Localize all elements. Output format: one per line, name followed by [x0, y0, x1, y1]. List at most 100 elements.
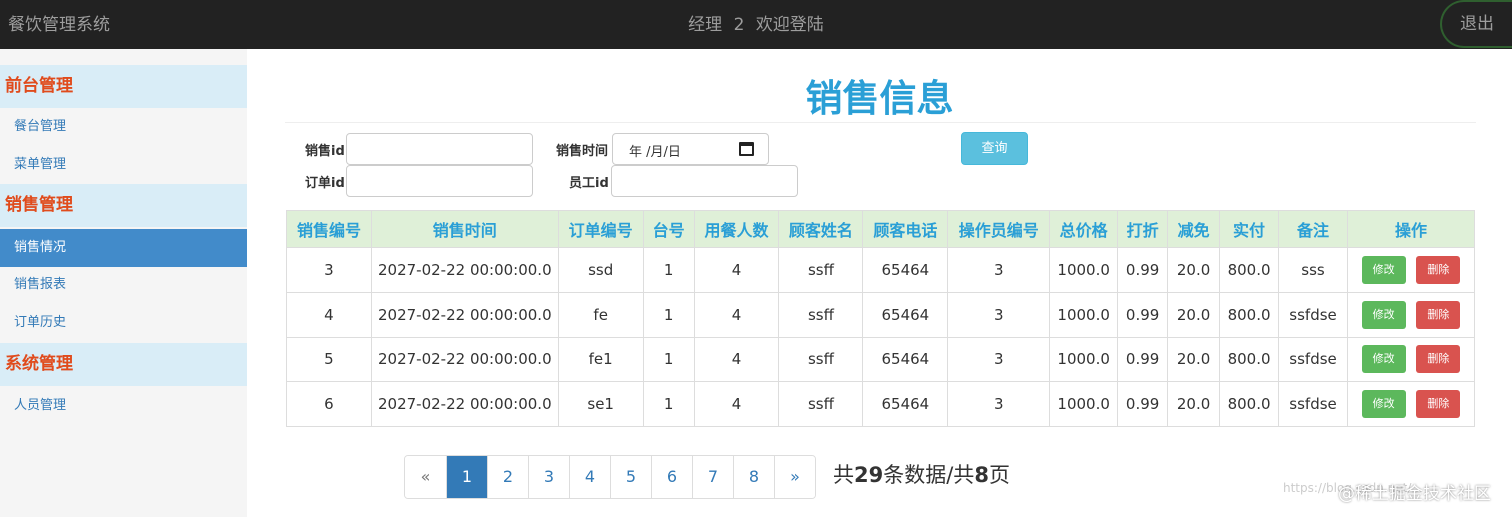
cell: 4 — [693, 247, 780, 293]
cell: 1000.0 — [1049, 336, 1119, 383]
sale-id-label: 销售id — [305, 144, 345, 159]
cell: 0.99 — [1117, 336, 1169, 383]
cell: 4 — [693, 336, 780, 383]
cell: 3 — [947, 247, 1051, 293]
cell: 3 — [947, 381, 1051, 427]
col-header: 操作员编号 — [947, 210, 1051, 248]
cell: 65464 — [862, 247, 949, 293]
cell: fe1 — [557, 336, 644, 383]
col-header: 减免 — [1167, 210, 1221, 248]
order-id-input[interactable] — [346, 165, 533, 197]
user-id: 2 — [733, 15, 745, 35]
page-next-button[interactable]: » — [774, 456, 815, 498]
table-row: 6 2027-02-22 00:00:00.0 se1 1 4 ssff 654… — [286, 381, 1475, 427]
delete-button[interactable]: 删除 — [1416, 345, 1461, 374]
logout-button[interactable]: 退出 — [1440, 0, 1512, 48]
cell: ssff — [778, 291, 864, 338]
cell: 20.0 — [1167, 336, 1221, 383]
edit-button[interactable]: 修改 — [1361, 345, 1406, 374]
sidebar-item-staff-management[interactable]: 人员管理 — [0, 387, 247, 425]
page-button-3[interactable]: 3 — [528, 456, 569, 498]
table-row: 4 2027-02-22 00:00:00.0 fe 1 4 ssff 6546… — [286, 291, 1475, 338]
query-button[interactable]: 查询 — [961, 132, 1028, 165]
cell: 1 — [642, 291, 695, 338]
welcome-message: 经理 2 欢迎登陆 — [0, 10, 1512, 35]
cell: 0.99 — [1117, 381, 1169, 427]
cell: 3 — [947, 336, 1051, 383]
col-header: 操作 — [1347, 210, 1475, 248]
sidebar-item-sales-status[interactable]: 销售情况 — [0, 229, 247, 267]
delete-button[interactable]: 删除 — [1416, 255, 1461, 284]
cell: 20.0 — [1167, 247, 1221, 293]
page-button-4[interactable]: 4 — [569, 456, 610, 498]
cell: 65464 — [862, 336, 949, 383]
cell: ssd — [557, 247, 644, 293]
delete-button[interactable]: 删除 — [1416, 300, 1461, 329]
cell: 1 — [642, 247, 695, 293]
cell: fe — [557, 291, 644, 338]
record-summary: 共29条数据/共8页 — [833, 459, 1010, 489]
cell: 3 — [286, 247, 372, 293]
page-button-7[interactable]: 7 — [692, 456, 733, 498]
calendar-icon[interactable] — [739, 142, 754, 156]
sidebar: 前台管理 餐台管理 菜单管理 销售管理 销售情况 销售报表 订单历史 系统管理 … — [0, 49, 247, 517]
sidebar-item-sales-report[interactable]: 销售报表 — [0, 266, 247, 304]
cell: 800.0 — [1219, 247, 1280, 293]
sidebar-group-sales[interactable]: 销售管理 — [0, 184, 247, 227]
cell: 800.0 — [1219, 381, 1280, 427]
col-header: 备注 — [1278, 210, 1349, 248]
col-header: 订单编号 — [557, 210, 644, 248]
cell: 4 — [286, 291, 372, 338]
page-count: 8 — [974, 463, 989, 487]
date-placeholder: 年 /月/日 — [629, 145, 681, 160]
cell: ssfdse — [1278, 291, 1349, 338]
sidebar-item-menu-management[interactable]: 菜单管理 — [0, 146, 247, 184]
sidebar-item-order-history[interactable]: 订单历史 — [0, 304, 247, 342]
cell: 2027-02-22 00:00:00.0 — [370, 291, 559, 338]
summary-prefix: 共 — [833, 463, 854, 487]
sidebar-group-system[interactable]: 系统管理 — [0, 343, 247, 386]
col-header: 台号 — [642, 210, 695, 248]
col-header: 销售时间 — [370, 210, 559, 248]
summary-mid: 条数据/共 — [883, 463, 975, 487]
edit-button[interactable]: 修改 — [1361, 255, 1406, 284]
sidebar-item-table-management[interactable]: 餐台管理 — [0, 108, 247, 146]
cell: 65464 — [862, 291, 949, 338]
page-button-8[interactable]: 8 — [733, 456, 774, 498]
cell: 65464 — [862, 381, 949, 427]
cell: 1 — [642, 336, 695, 383]
cell: sss — [1278, 247, 1349, 293]
sale-time-date-input[interactable]: 年 /月/日 — [612, 133, 769, 165]
cell: 1000.0 — [1049, 247, 1119, 293]
cell: ssfdse — [1278, 381, 1349, 427]
cell: 6 — [286, 381, 372, 427]
cell: 1 — [642, 381, 695, 427]
cell: 2027-02-22 00:00:00.0 — [370, 247, 559, 293]
sale-id-input[interactable] — [346, 133, 533, 165]
actions-cell: 修改 删除 — [1347, 336, 1475, 383]
page-prev-button[interactable]: « — [405, 456, 446, 498]
table-header-row: 销售编号 销售时间 订单编号 台号 用餐人数 顾客姓名 顾客电话 操作员编号 总… — [286, 210, 1475, 248]
page-button-1[interactable]: 1 — [446, 456, 487, 498]
edit-button[interactable]: 修改 — [1361, 390, 1406, 419]
employee-id-label: 员工id — [569, 176, 609, 191]
page-button-5[interactable]: 5 — [610, 456, 651, 498]
col-header: 总价格 — [1049, 210, 1119, 248]
edit-button[interactable]: 修改 — [1361, 300, 1406, 329]
welcome-text: 欢迎登陆 — [755, 15, 824, 35]
col-header: 实付 — [1219, 210, 1280, 248]
actions-cell: 修改 删除 — [1347, 381, 1475, 427]
sidebar-group-frontdesk[interactable]: 前台管理 — [0, 65, 247, 108]
user-role: 经理 — [688, 15, 723, 35]
cell: 2027-02-22 00:00:00.0 — [370, 336, 559, 383]
title-divider — [285, 122, 1476, 123]
col-header: 顾客电话 — [862, 210, 949, 248]
employee-id-input[interactable] — [611, 165, 798, 197]
sale-time-label: 销售时间 — [556, 144, 609, 159]
col-header: 顾客姓名 — [778, 210, 864, 248]
cell: ssff — [778, 336, 864, 383]
page-button-2[interactable]: 2 — [487, 456, 528, 498]
col-header: 用餐人数 — [693, 210, 780, 248]
delete-button[interactable]: 删除 — [1416, 390, 1461, 419]
page-button-6[interactable]: 6 — [651, 456, 692, 498]
